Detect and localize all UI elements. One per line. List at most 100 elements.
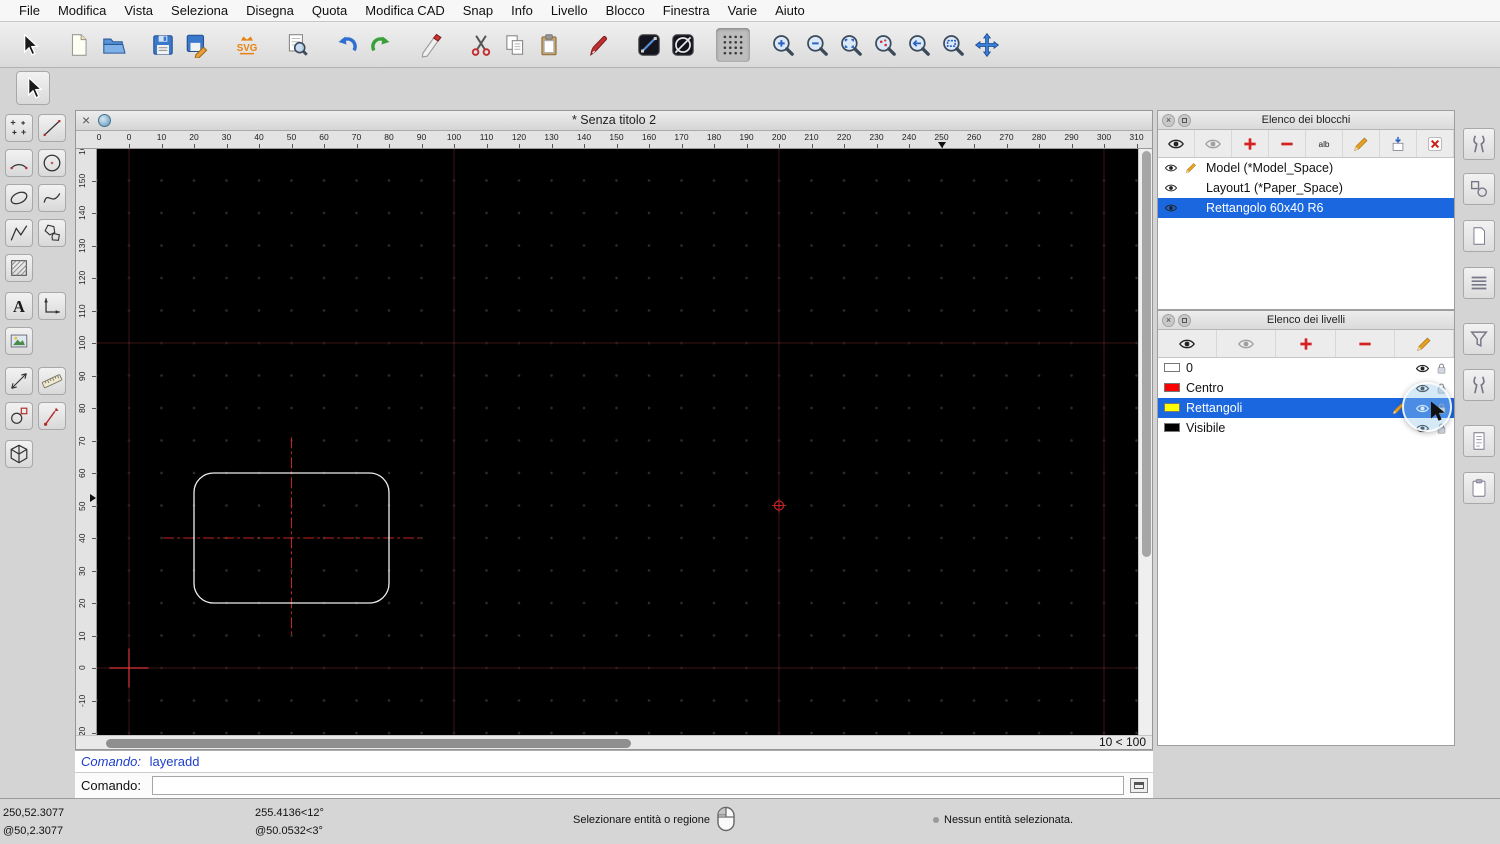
layer-list-item[interactable]: 0 (1158, 358, 1454, 378)
horizontal-scrollbar[interactable] (97, 736, 1088, 749)
solid-tool[interactable] (5, 440, 33, 468)
dock-toggle-3[interactable] (1463, 220, 1495, 252)
snap-tool[interactable] (38, 402, 66, 430)
menu-quota[interactable]: Quota (303, 3, 356, 18)
pan-button[interactable] (970, 28, 1004, 62)
add-layer-button[interactable] (1276, 330, 1336, 357)
line-attributes-button[interactable] (632, 28, 666, 62)
dock-toggle-4[interactable] (1463, 267, 1495, 299)
pen-attributes-button[interactable] (582, 28, 616, 62)
zoom-auto-button[interactable] (834, 28, 868, 62)
redo-button[interactable] (364, 28, 398, 62)
document-icon[interactable] (98, 114, 111, 127)
layer-panel-float-icon[interactable] (1178, 314, 1191, 327)
open-file-button[interactable] (96, 28, 130, 62)
save-as-button[interactable] (180, 28, 214, 62)
line-tool[interactable] (38, 114, 66, 142)
hide-all-blocks-button[interactable] (1195, 130, 1232, 157)
zoom-previous-button[interactable] (902, 28, 936, 62)
block-eye-icon[interactable] (1164, 181, 1178, 195)
block-list-item[interactable]: Layout1 (*Paper_Space) (1158, 178, 1454, 198)
menu-info[interactable]: Info (502, 3, 542, 18)
block-panel-close-icon[interactable]: × (1162, 114, 1175, 127)
vertical-scrollbar[interactable] (1138, 149, 1152, 735)
measure-tool[interactable] (5, 367, 33, 395)
edit-layer-button[interactable] (1395, 330, 1455, 357)
text-tool[interactable]: A (5, 292, 33, 320)
dock-toggle-5[interactable] (1463, 323, 1495, 355)
block-eye-icon[interactable] (1164, 201, 1178, 215)
layer-lock-icon[interactable] (1434, 361, 1449, 376)
menu-aiuto[interactable]: Aiuto (766, 3, 814, 18)
dock-toggle-6[interactable] (1463, 369, 1495, 401)
spline-tool[interactable] (38, 184, 66, 212)
block-eye-icon[interactable] (1164, 161, 1178, 175)
arc-tool[interactable] (5, 149, 33, 177)
menu-finestra[interactable]: Finestra (654, 3, 719, 18)
show-all-layers-button[interactable] (1158, 330, 1218, 357)
menu-modifica[interactable]: Modifica (49, 3, 115, 18)
layer-panel-close-icon[interactable]: × (1162, 314, 1175, 327)
layer-visibility-icon[interactable] (1415, 361, 1430, 376)
new-document-button[interactable] (62, 28, 96, 62)
menu-seleziona[interactable]: Seleziona (162, 3, 237, 18)
ellipse-attributes-button[interactable] (666, 28, 700, 62)
circle-tool[interactable] (38, 149, 66, 177)
vertical-scrollbar-thumb[interactable] (1141, 151, 1151, 557)
delete-block-button[interactable] (1417, 130, 1454, 157)
block-pencil-icon[interactable] (1184, 161, 1198, 175)
edit-block-button[interactable] (1343, 130, 1380, 157)
zoom-out-button[interactable] (800, 28, 834, 62)
show-all-blocks-button[interactable] (1158, 130, 1195, 157)
rename-block-button[interactable]: alb (1306, 130, 1343, 157)
save-button[interactable] (146, 28, 180, 62)
block-panel-float-icon[interactable] (1178, 114, 1191, 127)
remove-block-button[interactable] (1269, 130, 1306, 157)
cut-button[interactable] (464, 28, 498, 62)
grid-toggle-button[interactable] (716, 27, 750, 62)
hide-all-layers-button[interactable] (1217, 330, 1277, 357)
polyline-tool[interactable] (5, 219, 33, 247)
dock-toggle-7[interactable] (1463, 425, 1495, 457)
drawing-canvas[interactable] (96, 149, 1139, 735)
selection-tool-button[interactable] (12, 28, 46, 62)
dock-toggle-1[interactable] (1463, 128, 1495, 160)
zoom-in-button[interactable] (766, 28, 800, 62)
menu-file[interactable]: File (10, 3, 49, 18)
command-options-button[interactable] (1130, 778, 1148, 793)
selection-tool-button-2[interactable] (16, 71, 50, 105)
image-tool[interactable] (5, 327, 33, 355)
menu-modifica-cad[interactable]: Modifica CAD (356, 3, 453, 18)
block-list-item[interactable]: Model (*Model_Space) (1158, 158, 1454, 178)
points-tool[interactable] (5, 114, 33, 142)
menu-blocco[interactable]: Blocco (597, 3, 654, 18)
add-block-button[interactable] (1232, 130, 1269, 157)
remove-layer-button[interactable] (1336, 330, 1395, 357)
menu-disegna[interactable]: Disegna (237, 3, 303, 18)
print-preview-button[interactable] (280, 28, 314, 62)
ruler-tool[interactable] (38, 367, 66, 395)
polygon-tool[interactable] (38, 219, 66, 247)
delete-button[interactable] (414, 28, 448, 62)
svg-export-button[interactable]: SVG (230, 28, 264, 62)
zoom-window-button[interactable] (936, 28, 970, 62)
horizontal-scrollbar-thumb[interactable] (106, 738, 631, 748)
command-input[interactable] (152, 776, 1124, 795)
modify-tool[interactable] (5, 402, 33, 430)
menu-varie[interactable]: Varie (719, 3, 766, 18)
dimension-tool[interactable] (38, 292, 66, 320)
undo-button[interactable] (330, 28, 364, 62)
insert-block-button[interactable] (1380, 130, 1417, 157)
paste-button[interactable] (532, 28, 566, 62)
window-close-icon[interactable]: × (82, 111, 90, 130)
zoom-redraw-button[interactable] (868, 28, 902, 62)
copy-button[interactable] (498, 28, 532, 62)
dock-toggle-2[interactable] (1463, 173, 1495, 205)
menu-vista[interactable]: Vista (115, 3, 162, 18)
menu-livello[interactable]: Livello (542, 3, 597, 18)
menu-snap[interactable]: Snap (454, 3, 502, 18)
ellipse-tool[interactable] (5, 184, 33, 212)
block-list-item[interactable]: Rettangolo 60x40 R6 (1158, 198, 1454, 218)
hatch-tool[interactable] (5, 254, 33, 282)
dock-toggle-8[interactable] (1463, 472, 1495, 504)
